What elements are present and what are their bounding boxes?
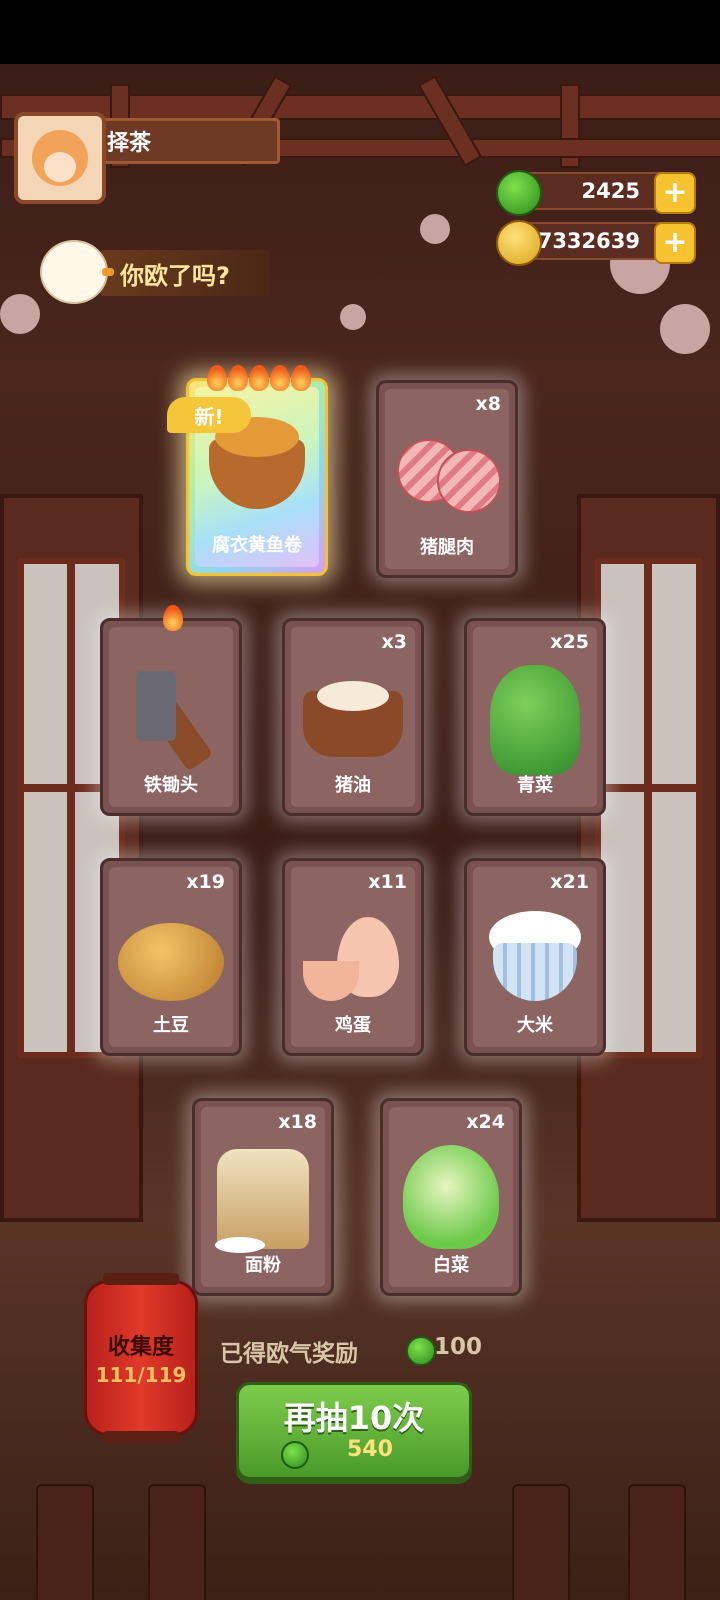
card-count: x11 bbox=[368, 871, 407, 893]
floor-post bbox=[628, 1484, 686, 1600]
card-count: x25 bbox=[550, 631, 589, 653]
gem-icon bbox=[406, 1336, 436, 1366]
collection-value: 111/119 bbox=[95, 1363, 187, 1387]
card-name: 腐衣黄鱼卷 bbox=[212, 535, 302, 556]
flour-sack-icon bbox=[215, 1149, 309, 1253]
lucky-banner: 你欧了吗? bbox=[100, 250, 270, 296]
napa-cabbage-icon bbox=[403, 1145, 499, 1249]
gem-amount: 2425 bbox=[581, 179, 640, 203]
coin-balance: 7332639 + bbox=[496, 220, 696, 266]
gem-icon bbox=[281, 1441, 309, 1469]
flame-icon bbox=[249, 365, 269, 391]
coin-amount: 7332639 bbox=[537, 229, 640, 253]
card-name: 大米 bbox=[517, 1015, 553, 1036]
card-name: 面粉 bbox=[245, 1255, 281, 1276]
flame-icon bbox=[163, 605, 183, 631]
banner-text: 你欧了吗? bbox=[120, 261, 230, 290]
coin-icon bbox=[496, 220, 542, 266]
add-coins-button[interactable]: + bbox=[654, 222, 696, 264]
card-name: 铁锄头 bbox=[144, 775, 198, 796]
blossom bbox=[0, 294, 40, 334]
card-item[interactable]: x21 大米 bbox=[464, 858, 606, 1056]
card-name: 猪腿肉 bbox=[420, 537, 474, 558]
draw-again-button[interactable]: 再抽10次 540 bbox=[236, 1382, 472, 1480]
player-name: 择茶 bbox=[94, 118, 280, 164]
flame-icon bbox=[228, 365, 248, 391]
collection-label: 收集度 bbox=[107, 1335, 174, 1360]
gem-balance: 2425 + bbox=[496, 170, 696, 216]
blossom bbox=[660, 304, 710, 354]
card-count: x21 bbox=[550, 871, 589, 893]
card-featured[interactable]: 新! 腐衣黄鱼卷 bbox=[167, 365, 328, 576]
draw-again-label: 再抽10次 bbox=[283, 1399, 425, 1437]
blossom bbox=[420, 214, 450, 244]
greens-icon bbox=[490, 665, 580, 775]
card-item[interactable]: x19 土豆 bbox=[100, 858, 242, 1056]
new-badge: 新! bbox=[167, 397, 251, 433]
card-item[interactable]: 铁锄头 bbox=[100, 605, 242, 816]
flame-icon bbox=[291, 365, 311, 391]
reward-label: 已得欧气奖励 bbox=[220, 1341, 358, 1367]
gem-icon bbox=[496, 170, 542, 216]
card-count: x18 bbox=[278, 1111, 317, 1133]
card-item[interactable]: x24 白菜 bbox=[380, 1098, 522, 1296]
floor-post bbox=[148, 1484, 206, 1600]
egg-icon bbox=[303, 917, 403, 1007]
pork-leg-icon bbox=[397, 439, 501, 513]
reward-amount: 100 bbox=[434, 1334, 483, 1360]
collection-lantern[interactable]: 收集度 111/119 bbox=[84, 1273, 198, 1443]
card-name: 鸡蛋 bbox=[335, 1015, 371, 1036]
roof-beam bbox=[0, 94, 720, 120]
card-item[interactable]: x8 猪腿肉 bbox=[376, 380, 518, 578]
card-name: 土豆 bbox=[153, 1015, 189, 1036]
add-gems-button[interactable]: + bbox=[654, 172, 696, 214]
player-avatar[interactable] bbox=[14, 112, 106, 204]
rarity-flames bbox=[207, 365, 311, 391]
card-name: 白菜 bbox=[433, 1255, 469, 1276]
card-item[interactable]: x3 猪油 bbox=[282, 618, 424, 816]
iron-hoe-icon bbox=[126, 661, 216, 761]
card-item[interactable]: x18 面粉 bbox=[192, 1098, 334, 1296]
floor-post bbox=[36, 1484, 94, 1600]
fish-roll-dish-icon bbox=[209, 417, 305, 509]
card-item[interactable]: x25 青菜 bbox=[464, 618, 606, 816]
rice-bowl-icon bbox=[485, 911, 585, 1005]
draw-cost: 540 bbox=[347, 1437, 393, 1462]
card-name: 猪油 bbox=[335, 775, 371, 796]
avatar-face-icon bbox=[32, 130, 88, 186]
card-count: x19 bbox=[186, 871, 225, 893]
flame-icon bbox=[207, 365, 227, 391]
lard-icon bbox=[303, 681, 403, 757]
floor-post bbox=[512, 1484, 570, 1600]
blossom bbox=[340, 304, 366, 330]
card-count: x24 bbox=[466, 1111, 505, 1133]
flame-icon bbox=[270, 365, 290, 391]
card-item[interactable]: x11 鸡蛋 bbox=[282, 858, 424, 1056]
potato-icon bbox=[118, 913, 224, 1001]
card-name: 青菜 bbox=[517, 775, 553, 796]
card-count: x8 bbox=[475, 393, 501, 415]
chick-mascot-icon bbox=[40, 240, 114, 304]
card-count: x3 bbox=[381, 631, 407, 653]
